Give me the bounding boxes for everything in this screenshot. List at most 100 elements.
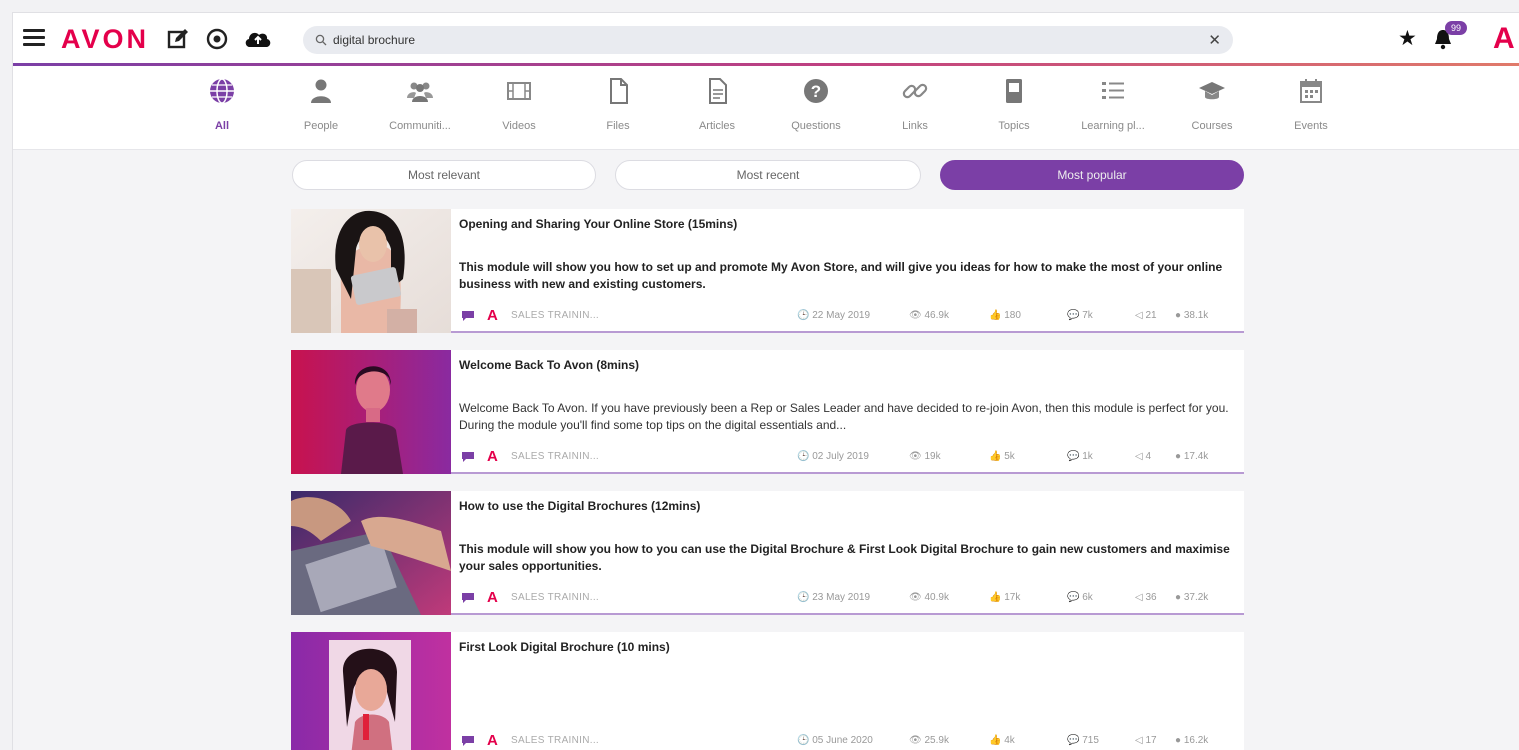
result-comments: 6k [1082, 592, 1093, 603]
result-card[interactable]: How to use the Digital Brochures (12mins… [291, 491, 1244, 615]
compass-icon[interactable] [205, 27, 229, 51]
compose-icon[interactable] [166, 27, 190, 51]
result-completions: 16.2k [1183, 735, 1209, 746]
tab-events[interactable]: Events [1261, 76, 1361, 132]
result-meta: A SALES TRAININ... 🕒 22 May 2019 👁 46.9k… [459, 307, 1234, 325]
result-description: This module will show you how to you can… [459, 542, 1230, 573]
graduation-cap-icon [1199, 82, 1225, 100]
sort-most-recent-button[interactable]: Most recent [615, 160, 921, 190]
shares-stat: ◁ 4 [1135, 451, 1152, 462]
chat-icon [462, 736, 474, 746]
tab-files[interactable]: Files [568, 76, 668, 132]
result-title[interactable]: Welcome Back To Avon (8mins) [459, 358, 639, 372]
date-stat: 🕒 23 May 2019 [797, 592, 871, 603]
tab-all[interactable]: All [172, 76, 272, 132]
menu-icon[interactable] [23, 29, 45, 47]
result-description: Welcome Back To Avon. If you have previo… [459, 401, 1229, 432]
result-category[interactable]: SALES TRAININ... [511, 310, 599, 321]
book-icon [1006, 79, 1022, 103]
chat-icon [462, 593, 474, 603]
search-icon [315, 34, 327, 46]
top-bar: AVON ✕ ★ 99 A [13, 13, 1519, 65]
comments-stat: 💬 715 [1067, 735, 1099, 746]
result-thumbnail[interactable] [291, 350, 451, 474]
profile-avatar[interactable]: A [1493, 22, 1515, 56]
result-thumbnail[interactable] [291, 209, 451, 333]
shares-stat: ◁ 36 [1135, 592, 1157, 603]
avon-logo-icon: A [487, 307, 498, 324]
result-meta: A SALES TRAININ... 🕒 23 May 2019 👁 40.9k… [459, 589, 1234, 607]
result-title[interactable]: Opening and Sharing Your Online Store (1… [459, 217, 737, 231]
brand-logo[interactable]: AVON [61, 24, 149, 55]
favorites-star-icon[interactable]: ★ [1398, 26, 1417, 51]
result-completions: 38.1k [1183, 310, 1209, 321]
tab-learning-plans[interactable]: Learning pl... [1063, 76, 1163, 132]
sort-most-relevant-button[interactable]: Most relevant [292, 160, 596, 190]
sort-most-popular-button[interactable]: Most popular [940, 160, 1244, 190]
tab-articles[interactable]: Articles [667, 76, 767, 132]
result-likes: 5k [1004, 451, 1015, 462]
tab-topics[interactable]: Topics [964, 76, 1064, 132]
tab-label: Articles [698, 120, 736, 132]
chat-icon [462, 311, 474, 321]
shares-stat: ◁ 21 [1135, 310, 1157, 321]
result-comments: 1k [1082, 451, 1093, 462]
result-likes: 180 [1004, 310, 1021, 321]
avon-logo-icon: A [487, 448, 498, 465]
chat-icon [462, 452, 474, 462]
person-icon [311, 79, 331, 103]
likes-stat: 👍 5k [989, 451, 1015, 462]
tab-label: All [214, 120, 230, 132]
film-icon [507, 82, 531, 100]
avon-logo-icon: A [487, 732, 498, 749]
views-stat: 👁 46.9k [909, 310, 949, 321]
result-card[interactable]: First Look Digital Brochure (10 mins) A … [291, 632, 1244, 750]
result-likes: 4k [1004, 735, 1015, 746]
completions-stat: ● 16.2k [1175, 735, 1209, 746]
result-date: 23 May 2019 [812, 592, 871, 603]
result-category[interactable]: SALES TRAININ... [511, 735, 599, 746]
clear-search-icon[interactable]: ✕ [1208, 31, 1221, 49]
link-icon [902, 83, 928, 99]
result-title[interactable]: First Look Digital Brochure (10 mins) [459, 640, 670, 654]
cloud-upload-icon[interactable] [243, 27, 273, 51]
tab-communities[interactable]: Communiti... [370, 76, 470, 132]
result-shares: 21 [1145, 310, 1157, 321]
globe-icon [210, 78, 234, 104]
result-views: 19k [924, 451, 941, 462]
comments-stat: 💬 1k [1067, 451, 1093, 462]
file-icon [610, 78, 628, 104]
result-meta: A SALES TRAININ... 🕒 02 July 2019 👁 19k … [459, 448, 1234, 466]
result-completions: 37.2k [1183, 592, 1209, 603]
result-title[interactable]: How to use the Digital Brochures (12mins… [459, 499, 700, 513]
tab-label: Learning pl... [1081, 120, 1145, 132]
views-stat: 👁 40.9k [909, 592, 949, 603]
tab-links[interactable]: Links [865, 76, 965, 132]
result-date: 05 June 2020 [812, 735, 873, 746]
result-views: 25.9k [924, 735, 949, 746]
comments-stat: 💬 7k [1067, 310, 1093, 321]
avon-logo-icon: A [487, 589, 498, 606]
result-shares: 4 [1145, 451, 1152, 462]
result-thumbnail[interactable] [291, 632, 451, 750]
result-thumbnail[interactable] [291, 491, 451, 615]
tab-questions[interactable]: ? Questions [766, 76, 866, 132]
search-input[interactable] [333, 33, 1193, 47]
tab-label: Events [1294, 120, 1328, 132]
result-category[interactable]: SALES TRAININ... [511, 451, 599, 462]
result-description: This module will show you how to set up … [459, 260, 1223, 291]
date-stat: 🕒 05 June 2020 [797, 735, 873, 746]
tab-label: Files [606, 120, 630, 132]
tab-videos[interactable]: Videos [469, 76, 569, 132]
tab-people[interactable]: People [271, 76, 371, 132]
result-category[interactable]: SALES TRAININ... [511, 592, 599, 603]
search-bar[interactable]: ✕ [303, 26, 1233, 54]
tab-label: Topics [998, 120, 1030, 132]
calendar-icon [1300, 79, 1322, 103]
result-shares: 17 [1145, 735, 1157, 746]
result-card[interactable]: Opening and Sharing Your Online Store (1… [291, 209, 1244, 333]
tab-courses[interactable]: Courses [1162, 76, 1262, 132]
result-card[interactable]: Welcome Back To Avon (8mins) Welcome Bac… [291, 350, 1244, 474]
result-comments: 7k [1082, 310, 1093, 321]
tab-label: People [303, 120, 339, 132]
